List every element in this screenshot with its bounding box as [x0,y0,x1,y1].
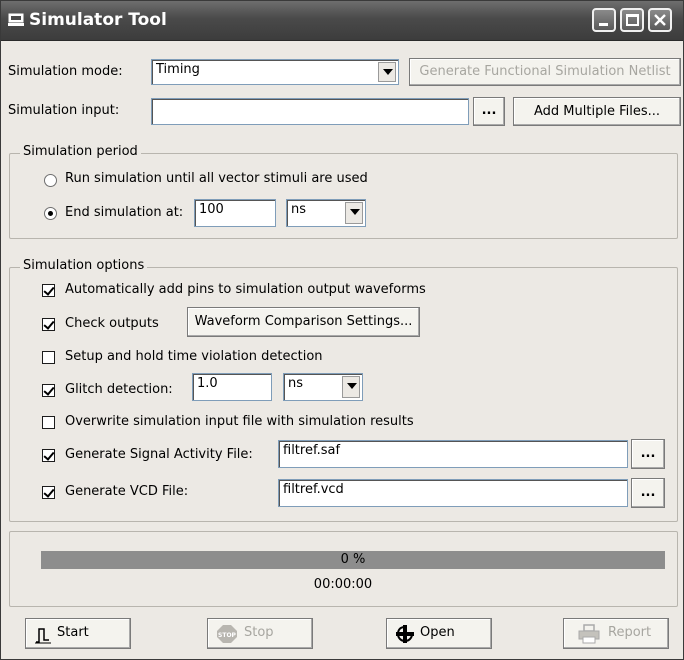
maximize-button[interactable] [620,8,644,32]
overwrite-input-checkbox[interactable] [42,416,55,429]
maximize-icon [626,14,639,26]
progress-panel [9,531,678,607]
report-icon [578,624,600,644]
simulation-mode-value: Timing [156,62,200,77]
vcd-file-browse-button[interactable]: ... [631,478,665,508]
simulation-input-field[interactable] [151,98,469,125]
end-time-unit-dropdown[interactable]: ns [286,199,366,227]
title-bar[interactable]: Simulator Tool [1,1,683,41]
start-label: Start [57,625,89,640]
open-button[interactable]: Open [386,618,492,649]
open-label: Open [420,625,455,640]
waveform-comparison-settings-button[interactable]: Waveform Comparison Settings... [187,307,420,337]
end-time-unit-value: ns [291,202,307,217]
simulation-period-title: Simulation period [20,144,141,159]
simulation-input-label: Simulation input: [8,103,120,118]
vcd-file-label: Generate VCD File: [65,484,189,499]
close-icon [654,14,666,26]
auto-add-pins-checkbox[interactable] [42,284,55,297]
setup-hold-checkbox[interactable] [42,351,55,364]
generate-netlist-button[interactable]: Generate Functional Simulation Netlist [409,58,681,86]
run-until-radio[interactable] [44,174,57,187]
signal-activity-label: Generate Signal Activity File: [65,447,253,462]
end-simulation-label: End simulation at: [65,205,184,220]
setup-hold-label: Setup and hold time violation detection [65,349,323,364]
report-button[interactable]: Report [563,618,669,649]
signal-activity-browse-button[interactable]: ... [631,439,665,469]
simulation-mode-dropdown[interactable]: Timing [151,59,399,85]
simulation-mode-label: Simulation mode: [8,64,123,79]
window-title: Simulator Tool [29,10,167,30]
stop-label: Stop [244,625,274,640]
auto-add-pins-label: Automatically add pins to simulation out… [65,282,426,297]
end-simulation-radio[interactable] [44,207,57,220]
glitch-detection-label: Glitch detection: [65,382,173,397]
vcd-file-input[interactable]: filtref.vcd [278,479,628,507]
minimize-button[interactable] [592,8,616,32]
report-label: Report [608,625,652,640]
progress-percent: 0 % [340,552,366,567]
svg-text:STOP: STOP [218,632,237,639]
glitch-unit-dropdown[interactable]: ns [283,373,363,401]
signal-activity-checkbox[interactable] [42,449,55,462]
progress-bar: 0 % [41,551,665,569]
simulation-options-title: Simulation options [20,258,148,273]
chevron-down-icon[interactable] [342,376,360,398]
minimize-icon [599,23,608,26]
start-icon [35,628,51,644]
glitch-detection-checkbox[interactable] [42,384,55,397]
stop-icon: STOP [217,625,237,643]
chevron-down-icon[interactable] [378,62,396,82]
open-icon [396,625,414,643]
check-outputs-checkbox[interactable] [42,318,55,331]
signal-activity-file-input[interactable]: filtref.saf [278,440,628,468]
run-until-label: Run simulation until all vector stimuli … [65,171,368,186]
simulator-app-icon [8,13,24,26]
add-multiple-files-button[interactable]: Add Multiple Files... [513,97,681,126]
glitch-value-input[interactable]: 1.0 [192,373,272,401]
simulator-tool-window: Simulator Tool Simulation mode: Timing G… [0,0,684,660]
elapsed-time: 00:00:00 [313,577,373,592]
start-button[interactable]: Start [25,618,131,649]
chevron-down-icon[interactable] [345,202,363,224]
close-button[interactable] [648,8,672,32]
check-outputs-label: Check outputs [65,316,159,331]
glitch-unit-value: ns [288,376,304,391]
simulation-input-browse-button[interactable]: ... [473,97,505,126]
end-time-input[interactable]: 100 [194,199,276,227]
overwrite-input-label: Overwrite simulation input file with sim… [65,414,414,429]
vcd-file-checkbox[interactable] [42,486,55,499]
stop-button[interactable]: STOP Stop [207,618,313,649]
